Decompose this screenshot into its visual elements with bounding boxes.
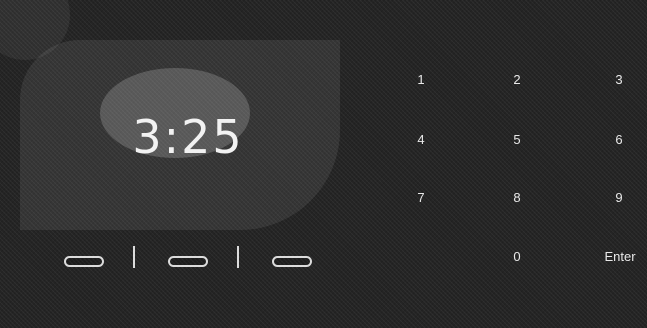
pin-slot-3 [272, 256, 312, 267]
key-0[interactable]: 0 [494, 239, 540, 273]
pin-entry-row [60, 244, 320, 274]
pin-separator [133, 246, 135, 268]
enter-key[interactable]: Enter [596, 239, 644, 273]
pin-slot-1 [64, 256, 104, 267]
key-7[interactable]: 7 [398, 180, 444, 214]
pin-slot-2 [168, 256, 208, 267]
key-5[interactable]: 5 [494, 122, 540, 156]
key-2[interactable]: 2 [494, 62, 540, 96]
key-9[interactable]: 9 [596, 180, 642, 214]
key-6[interactable]: 6 [596, 122, 642, 156]
key-3[interactable]: 3 [596, 62, 642, 96]
key-4[interactable]: 4 [398, 122, 444, 156]
pin-separator [237, 246, 239, 268]
key-8[interactable]: 8 [494, 180, 540, 214]
clock-time: 3:25 [132, 110, 244, 164]
keypad: 1 2 3 4 5 6 7 8 9 0 Enter [360, 62, 640, 292]
key-1[interactable]: 1 [398, 62, 444, 96]
lock-screen: 3:25 1 2 3 4 5 6 7 8 9 0 Enter [0, 0, 647, 328]
